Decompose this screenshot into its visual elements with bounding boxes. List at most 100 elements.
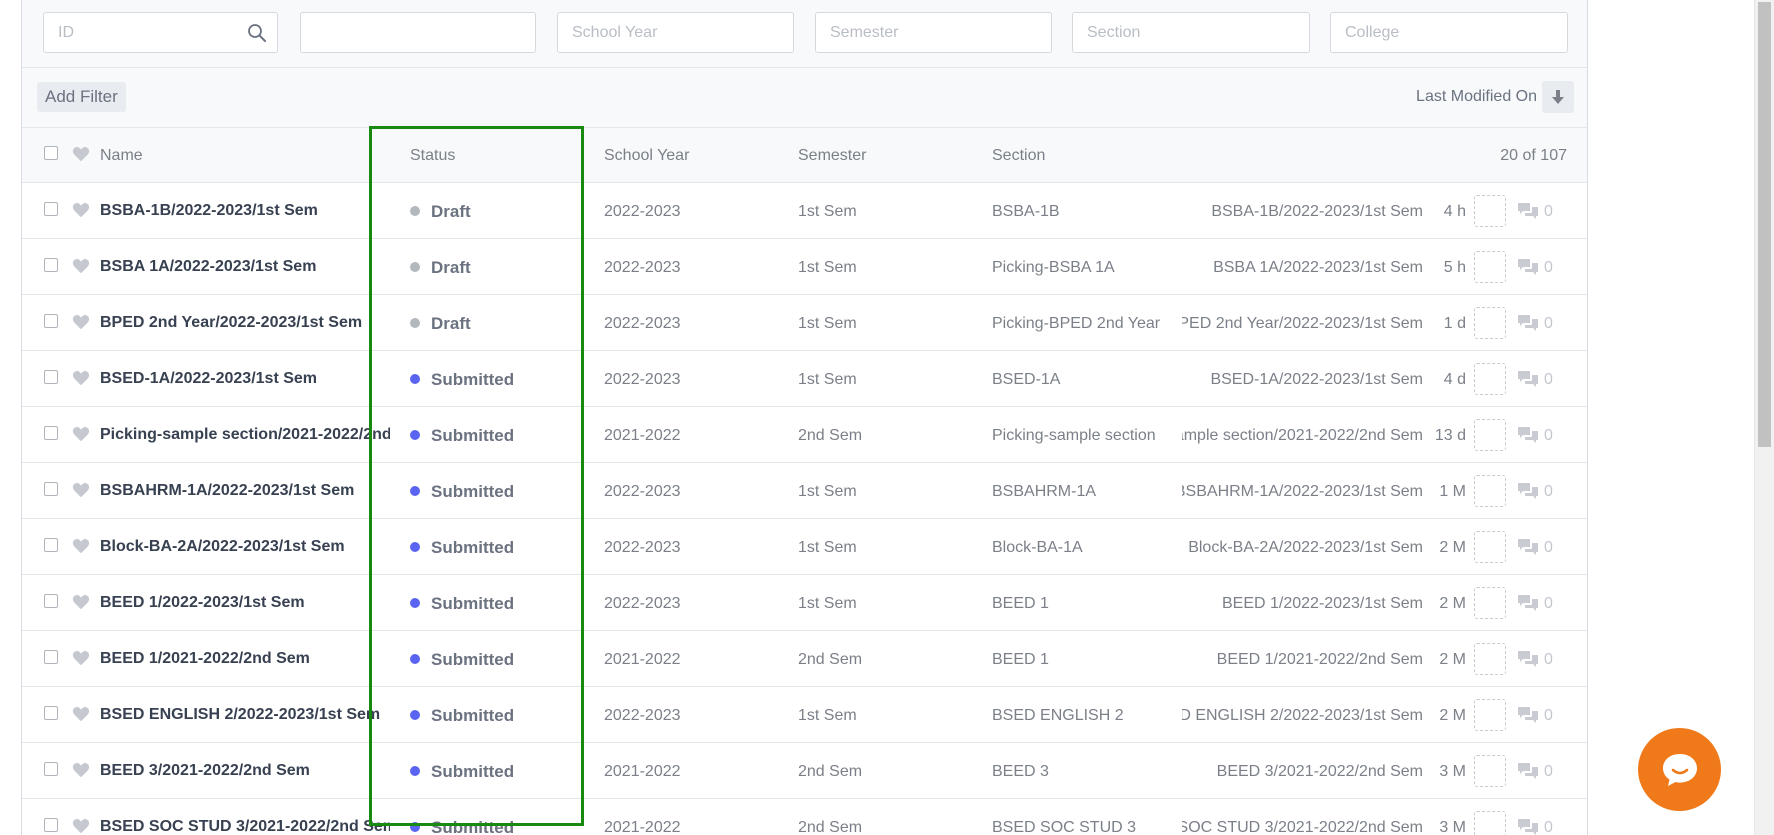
- select-all-checkbox[interactable]: [44, 146, 58, 160]
- row-reference: Picking-sample section/2021-2022/2nd Sem: [1182, 427, 1423, 445]
- row-school-year: 2022-2023: [604, 259, 681, 276]
- row-name[interactable]: Block-BA-2A/2022-2023/1st Sem: [100, 538, 390, 556]
- table-row[interactable]: BPED 2nd Year/2022-2023/1st Sem Draft 2022…: [22, 295, 1587, 351]
- row-semester: 2nd Sem: [798, 651, 863, 668]
- row-name[interactable]: BSED-1A/2022-2023/1st Sem: [100, 370, 390, 388]
- row-name[interactable]: BSBA-1B/2022-2023/1st Sem: [100, 202, 390, 220]
- table-row[interactable]: BSED-1A/2022-2023/1st Sem Submitted 2022-2…: [22, 351, 1587, 407]
- sort-order-button[interactable]: [1542, 81, 1574, 113]
- comments-icon[interactable]: [1516, 257, 1540, 277]
- heart-icon[interactable]: [72, 818, 90, 834]
- row-checkbox[interactable]: [44, 650, 58, 664]
- table-row[interactable]: BSBA 1A/2022-2023/1st Sem Draft 2022-2023 1…: [22, 239, 1587, 295]
- row-reference-text: BEED 3/2021-2022/2nd Sem: [1216, 763, 1423, 780]
- comments-icon[interactable]: [1516, 537, 1540, 557]
- row-reference: BSBA-1B/2022-2023/1st Sem: [1182, 203, 1423, 221]
- row-checkbox[interactable]: [44, 370, 58, 384]
- column-header-status[interactable]: Status: [410, 147, 455, 165]
- row-name[interactable]: BSED SOC STUD 3/2021-2022/2nd Sem: [100, 818, 390, 835]
- name-filter-input[interactable]: [300, 12, 536, 53]
- row-comment-count: 0: [1544, 259, 1553, 276]
- table-row[interactable]: BSED SOC STUD 3/2021-2022/2nd Sem Submitt…: [22, 799, 1587, 835]
- row-name[interactable]: BPED 2nd Year/2022-2023/1st Sem: [100, 314, 390, 332]
- table-row[interactable]: Picking-sample section/2021-2022/2nd Sem…: [22, 407, 1587, 463]
- row-comment-count: 0: [1544, 483, 1553, 500]
- row-checkbox[interactable]: [44, 202, 58, 216]
- row-reference: BEED 1/2022-2023/1st Sem: [1182, 595, 1423, 613]
- table-row[interactable]: BSBA-1B/2022-2023/1st Sem Draft 2022-2023 1…: [22, 183, 1587, 239]
- column-header-name[interactable]: Name: [100, 147, 143, 165]
- scrollbar-thumb[interactable]: [1758, 2, 1771, 447]
- college-filter-input[interactable]: College: [1330, 12, 1568, 53]
- heart-icon[interactable]: [72, 650, 90, 666]
- row-school-year: 2022-2023: [604, 483, 681, 500]
- row-checkbox[interactable]: [44, 538, 58, 552]
- row-name[interactable]: BSED ENGLISH 2/2022-2023/1st Sem: [100, 706, 390, 724]
- row-name[interactable]: Picking-sample section/2021-2022/2nd Sem: [100, 426, 390, 444]
- row-checkbox[interactable]: [44, 706, 58, 720]
- comments-icon[interactable]: [1516, 761, 1540, 781]
- row-checkbox[interactable]: [44, 258, 58, 272]
- table-row[interactable]: BEED 3/2021-2022/2nd Sem Submitted 2021-20…: [22, 743, 1587, 799]
- heart-icon[interactable]: [72, 258, 90, 274]
- row-name[interactable]: BEED 1/2022-2023/1st Sem: [100, 594, 390, 612]
- status-dot: [410, 822, 420, 832]
- heart-icon[interactable]: [72, 370, 90, 386]
- heart-icon[interactable]: [72, 314, 90, 330]
- comments-icon[interactable]: [1516, 817, 1540, 835]
- heart-icon[interactable]: [72, 146, 90, 162]
- school-year-filter-input[interactable]: School Year: [557, 12, 794, 53]
- row-checkbox[interactable]: [44, 762, 58, 776]
- row-school-year: 2022-2023: [604, 371, 681, 388]
- heart-icon[interactable]: [72, 426, 90, 442]
- heart-icon[interactable]: [72, 594, 90, 610]
- row-avatar-placeholder: [1474, 587, 1506, 619]
- row-checkbox[interactable]: [44, 314, 58, 328]
- page-scrollbar[interactable]: [1754, 0, 1774, 835]
- table-row[interactable]: BEED 1/2022-2023/1st Sem Submitted 2022-20…: [22, 575, 1587, 631]
- comments-icon[interactable]: [1516, 425, 1540, 445]
- table-row[interactable]: BEED 1/2021-2022/2nd Sem Submitted 2021-20…: [22, 631, 1587, 687]
- row-name[interactable]: BEED 3/2021-2022/2nd Sem: [100, 762, 390, 780]
- heart-icon[interactable]: [72, 538, 90, 554]
- row-last-modified: 13 d: [1434, 427, 1466, 444]
- comments-icon[interactable]: [1516, 369, 1540, 389]
- id-filter-input[interactable]: ID: [43, 12, 278, 53]
- row-checkbox[interactable]: [44, 482, 58, 496]
- search-icon[interactable]: [247, 23, 267, 43]
- comments-icon[interactable]: [1516, 649, 1540, 669]
- table-row[interactable]: BSBAHRM-1A/2022-2023/1st Sem Submitted 202…: [22, 463, 1587, 519]
- heart-icon[interactable]: [72, 482, 90, 498]
- comments-icon[interactable]: [1516, 201, 1540, 221]
- heart-icon[interactable]: [72, 202, 90, 218]
- heart-icon[interactable]: [72, 762, 90, 778]
- comments-icon[interactable]: [1516, 313, 1540, 333]
- row-name[interactable]: BEED 1/2021-2022/2nd Sem: [100, 650, 390, 668]
- column-header-school-year[interactable]: School Year: [604, 147, 689, 165]
- row-section: BSED-1A: [992, 371, 1061, 388]
- row-section: Block-BA-1A: [992, 539, 1083, 556]
- heart-icon[interactable]: [72, 706, 90, 722]
- sort-field-label[interactable]: Last Modified On: [1416, 88, 1537, 106]
- row-checkbox[interactable]: [44, 426, 58, 440]
- row-name[interactable]: BSBA 1A/2022-2023/1st Sem: [100, 258, 390, 276]
- row-checkbox[interactable]: [44, 818, 58, 832]
- add-filter-button[interactable]: Add Filter: [37, 82, 126, 112]
- comments-icon[interactable]: [1516, 593, 1540, 613]
- comments-icon[interactable]: [1516, 705, 1540, 725]
- row-reference-text: BEED 1/2021-2022/2nd Sem: [1216, 651, 1423, 668]
- section-filter-input[interactable]: Section: [1072, 12, 1310, 53]
- row-name[interactable]: BSBAHRM-1A/2022-2023/1st Sem: [100, 482, 390, 500]
- table-row[interactable]: BSED ENGLISH 2/2022-2023/1st Sem Submitte…: [22, 687, 1587, 743]
- comments-icon[interactable]: [1516, 481, 1540, 501]
- table-row[interactable]: Block-BA-2A/2022-2023/1st Sem Submitted 20…: [22, 519, 1587, 575]
- semester-filter-input[interactable]: Semester: [815, 12, 1052, 53]
- row-reference: BEED 1/2021-2022/2nd Sem: [1182, 651, 1423, 669]
- row-status: Submitted: [410, 818, 514, 835]
- row-checkbox[interactable]: [44, 594, 58, 608]
- status-dot: [410, 430, 420, 440]
- chat-button[interactable]: [1638, 728, 1721, 811]
- column-header-section[interactable]: Section: [992, 147, 1045, 165]
- column-header-semester[interactable]: Semester: [798, 147, 866, 165]
- row-section: Picking-BPED 2nd Year: [992, 315, 1161, 332]
